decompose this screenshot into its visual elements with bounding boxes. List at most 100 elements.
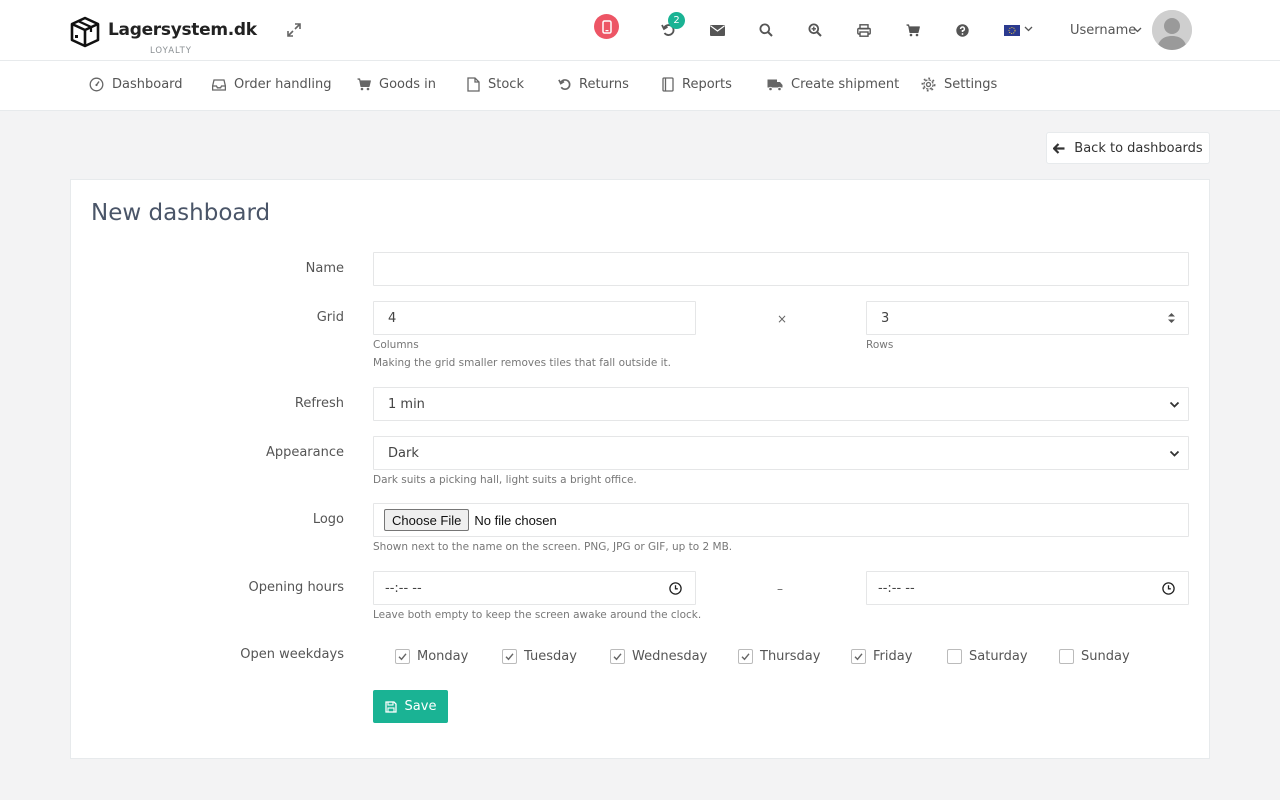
appearance-value: Dark — [388, 445, 419, 461]
book-icon — [662, 77, 674, 92]
refresh-value: 1 min — [388, 396, 425, 412]
checkbox-box[interactable] — [395, 649, 410, 664]
weekday-checkbox-monday[interactable]: Monday — [395, 649, 468, 664]
expand-icon[interactable] — [286, 22, 302, 38]
name-label: Name — [305, 261, 344, 276]
hours-separator: – — [777, 582, 783, 596]
checkbox-box[interactable] — [947, 649, 962, 664]
opening-hours-label: Opening hours — [248, 580, 344, 595]
nav-item-reports[interactable]: Reports — [662, 77, 732, 92]
clock-icon[interactable] — [1162, 582, 1175, 595]
user-icon — [1152, 10, 1192, 50]
check-icon — [505, 653, 514, 661]
opening-from-input[interactable]: --:-- -- — [373, 571, 696, 605]
phone-icon — [601, 19, 612, 34]
chevron-down-icon[interactable] — [1133, 25, 1142, 34]
print-button[interactable] — [854, 20, 874, 40]
checkbox-box[interactable] — [502, 649, 517, 664]
new-dashboard-panel: New dashboard Name Grid 4 Columns × 3 Ro… — [70, 179, 1210, 759]
search-button[interactable] — [756, 20, 776, 40]
nav-item-create-shipment[interactable]: Create shipment — [767, 77, 899, 92]
top-header: Lagersystem.dk LOYALTY 2 Username — [0, 0, 1280, 61]
weekday-label: Wednesday — [632, 649, 708, 664]
weekday-checkbox-tuesday[interactable]: Tuesday — [502, 649, 577, 664]
cart-button[interactable] — [903, 20, 923, 40]
avatar[interactable] — [1152, 10, 1192, 50]
nav-item-dashboard[interactable]: Dashboard — [89, 77, 183, 92]
checkbox-box[interactable] — [851, 649, 866, 664]
mail-button[interactable] — [707, 20, 727, 40]
username-menu[interactable]: Username — [1070, 23, 1136, 38]
clock-icon[interactable] — [669, 582, 682, 595]
columns-label: Columns — [373, 339, 419, 351]
columns-value: 4 — [388, 310, 397, 326]
weekday-label: Friday — [873, 649, 913, 664]
nav-label: Settings — [944, 77, 998, 92]
appearance-help: Dark suits a picking hall, light suits a… — [373, 474, 637, 486]
appearance-select[interactable]: Dark — [373, 436, 1189, 470]
logo-help: Shown next to the name on the screen. PN… — [373, 541, 733, 553]
chevron-down-icon — [1169, 401, 1180, 408]
floppy-disk-icon — [384, 700, 397, 713]
nav-item-order-handling[interactable]: Order handling — [212, 77, 332, 92]
weekday-label: Tuesday — [524, 649, 577, 664]
help-button[interactable] — [952, 20, 972, 40]
choose-file-button[interactable]: Choose File — [384, 509, 470, 531]
opening-to-input[interactable]: --:-- -- — [866, 571, 1189, 605]
cart-icon — [357, 78, 371, 91]
checkbox-box[interactable] — [738, 649, 753, 664]
chevron-down-icon — [1169, 450, 1180, 457]
logo-label: Logo — [312, 512, 344, 527]
nav-label: Goods in — [379, 77, 436, 92]
truck-icon — [767, 79, 783, 91]
weekday-label: Thursday — [760, 649, 821, 664]
opening-to-value: --:-- -- — [878, 580, 915, 596]
flag-eu-icon[interactable] — [1004, 25, 1020, 36]
nav-item-stock[interactable]: Stock — [467, 77, 524, 92]
back-button-label: Back to dashboards — [1074, 140, 1203, 156]
check-icon — [613, 653, 622, 661]
file-icon — [467, 77, 480, 92]
save-button[interactable]: Save — [373, 690, 448, 723]
back-to-dashboards-button[interactable]: Back to dashboards — [1046, 132, 1210, 164]
nav-item-returns[interactable]: Returns — [558, 77, 629, 92]
refresh-select[interactable]: 1 min — [373, 387, 1189, 421]
name-input[interactable] — [373, 252, 1189, 286]
search-icon — [759, 23, 773, 37]
file-status: No file chosen — [474, 512, 557, 528]
spinner-icon[interactable] — [1167, 311, 1176, 325]
rows-input[interactable]: 3 — [866, 301, 1189, 335]
notification-badge: 2 — [668, 12, 685, 29]
rows-value: 3 — [881, 310, 890, 326]
weekday-checkbox-friday[interactable]: Friday — [851, 649, 912, 664]
opening-from-value: --:-- -- — [385, 580, 422, 596]
checkbox-box[interactable] — [610, 649, 625, 664]
zoom-button[interactable] — [805, 20, 825, 40]
brand-logo[interactable]: Lagersystem.dk LOYALTY — [70, 16, 257, 56]
logo-file-input[interactable]: Choose File No file chosen — [373, 503, 1189, 537]
columns-input[interactable]: 4 — [373, 301, 696, 335]
page-title: New dashboard — [91, 200, 271, 226]
main-navigation: Dashboard Order handling Goods in Stock … — [0, 61, 1280, 111]
gauge-icon — [89, 77, 104, 92]
weekday-checkbox-saturday[interactable]: Saturday — [947, 649, 1028, 664]
nav-label: Returns — [579, 77, 629, 92]
weekday-checkbox-thursday[interactable]: Thursday — [738, 649, 820, 664]
check-icon — [398, 653, 407, 661]
checkbox-box[interactable] — [1059, 649, 1074, 664]
phone-button[interactable] — [594, 14, 619, 39]
arrow-left-icon — [1053, 142, 1065, 154]
weekday-checkbox-wednesday[interactable]: Wednesday — [610, 649, 707, 664]
nav-item-settings[interactable]: Settings — [921, 77, 997, 92]
print-icon — [857, 23, 871, 37]
appearance-label: Appearance — [265, 445, 344, 460]
weekdays-label: Open weekdays — [240, 647, 344, 662]
check-icon — [854, 653, 863, 661]
nav-label: Dashboard — [112, 77, 183, 92]
brand-tagline: LOYALTY — [150, 46, 192, 56]
weekday-label: Sunday — [1081, 649, 1130, 664]
nav-item-goods-in[interactable]: Goods in — [357, 77, 436, 92]
grid-label: Grid — [316, 310, 344, 325]
weekday-checkbox-sunday[interactable]: Sunday — [1059, 649, 1130, 664]
chevron-down-icon[interactable] — [1024, 24, 1033, 33]
